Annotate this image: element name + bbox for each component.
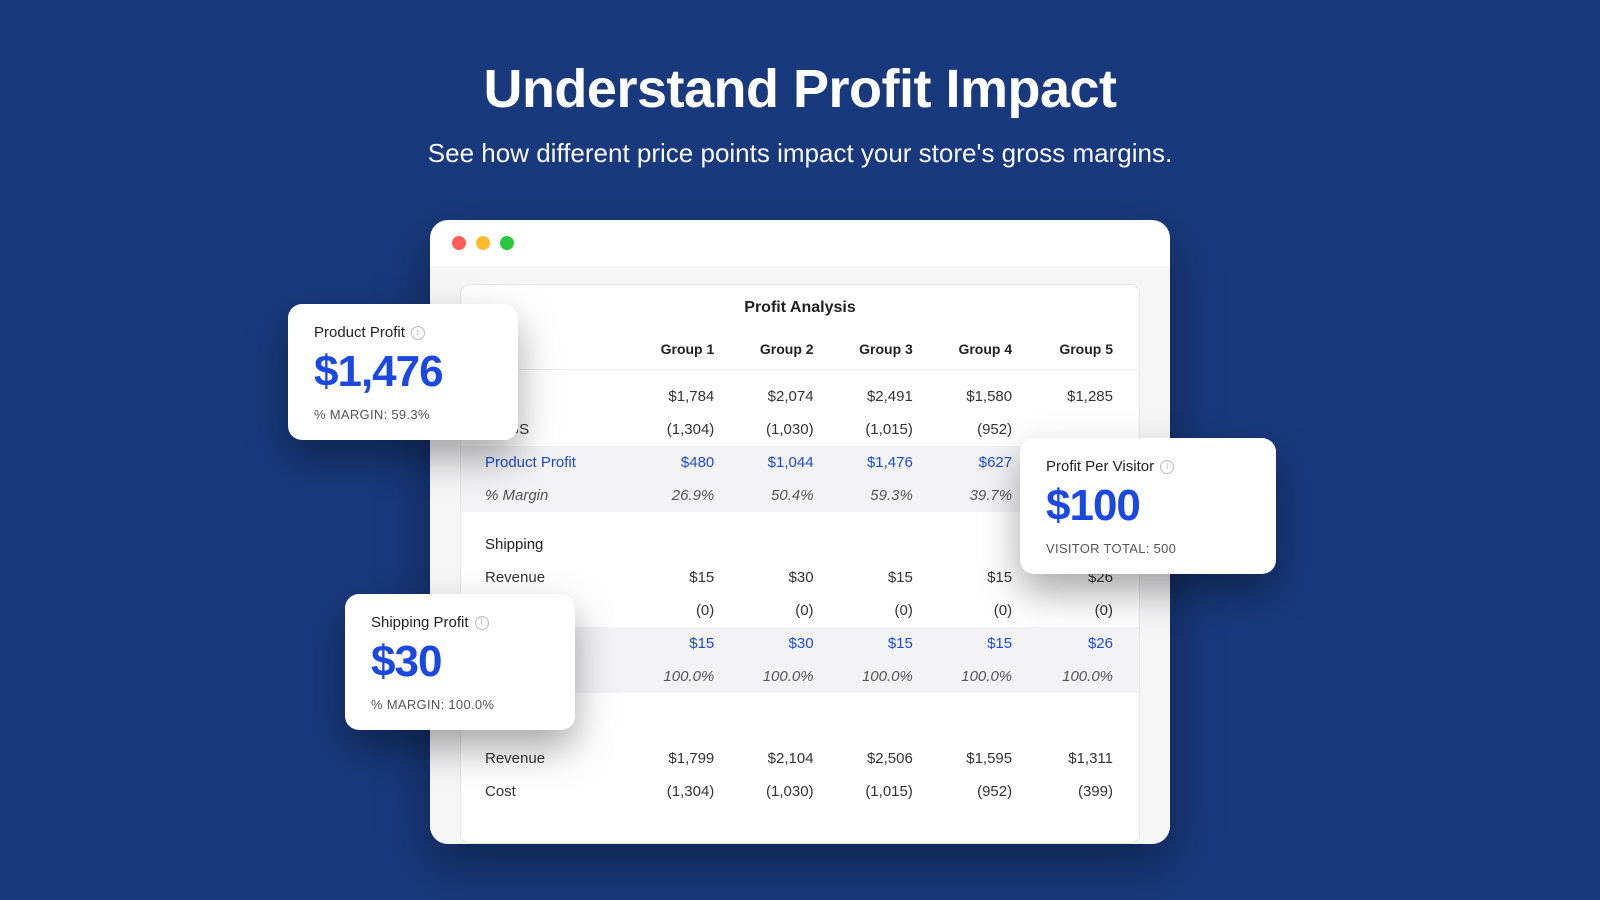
col-group-3: Group 3 [830,333,929,370]
info-icon[interactable]: i [475,616,489,630]
page-subtitle: See how different price points impact yo… [0,138,1600,169]
page-title: Understand Profit Impact [0,58,1600,120]
col-group-5: Group 5 [1028,333,1139,370]
metric-card-profit-per-visitor: Profit Per Visitor i $100 VISITOR TOTAL:… [1020,438,1276,574]
metric-value: $1,476 [314,347,492,397]
close-icon[interactable] [452,236,466,250]
table-row: Cost (1,304) (1,030) (1,015) (952) (399) [461,775,1139,808]
minimize-icon[interactable] [476,236,490,250]
table-row: $1,784 $2,074 $2,491 $1,580 $1,285 [461,380,1139,413]
metric-value: $30 [371,637,549,687]
col-group-4: Group 4 [929,333,1028,370]
window-titlebar [430,220,1170,266]
col-group-1: Group 1 [631,333,730,370]
metric-card-product-profit: Product Profit i $1,476 % MARGIN: 59.3% [288,304,518,440]
metric-label: Profit Per Visitor [1046,458,1154,475]
info-icon[interactable]: i [411,326,425,340]
table-header-row: Group 1 Group 2 Group 3 Group 4 Group 5 [461,333,1139,370]
metric-sub: VISITOR TOTAL: 500 [1046,541,1250,556]
metric-value: $100 [1046,481,1250,531]
metric-sub: % MARGIN: 59.3% [314,407,492,422]
info-icon[interactable]: i [1160,460,1174,474]
metric-label: Shipping Profit [371,614,469,631]
metric-label: Product Profit [314,324,405,341]
metric-card-shipping-profit: Shipping Profit i $30 % MARGIN: 100.0% [345,594,575,730]
table-row: Revenue $1,799 $2,104 $2,506 $1,595 $1,3… [461,742,1139,775]
table-row [461,370,1139,380]
col-group-2: Group 2 [730,333,829,370]
card-title: Profit Analysis [461,299,1139,317]
metric-sub: % MARGIN: 100.0% [371,697,549,712]
maximize-icon[interactable] [500,236,514,250]
